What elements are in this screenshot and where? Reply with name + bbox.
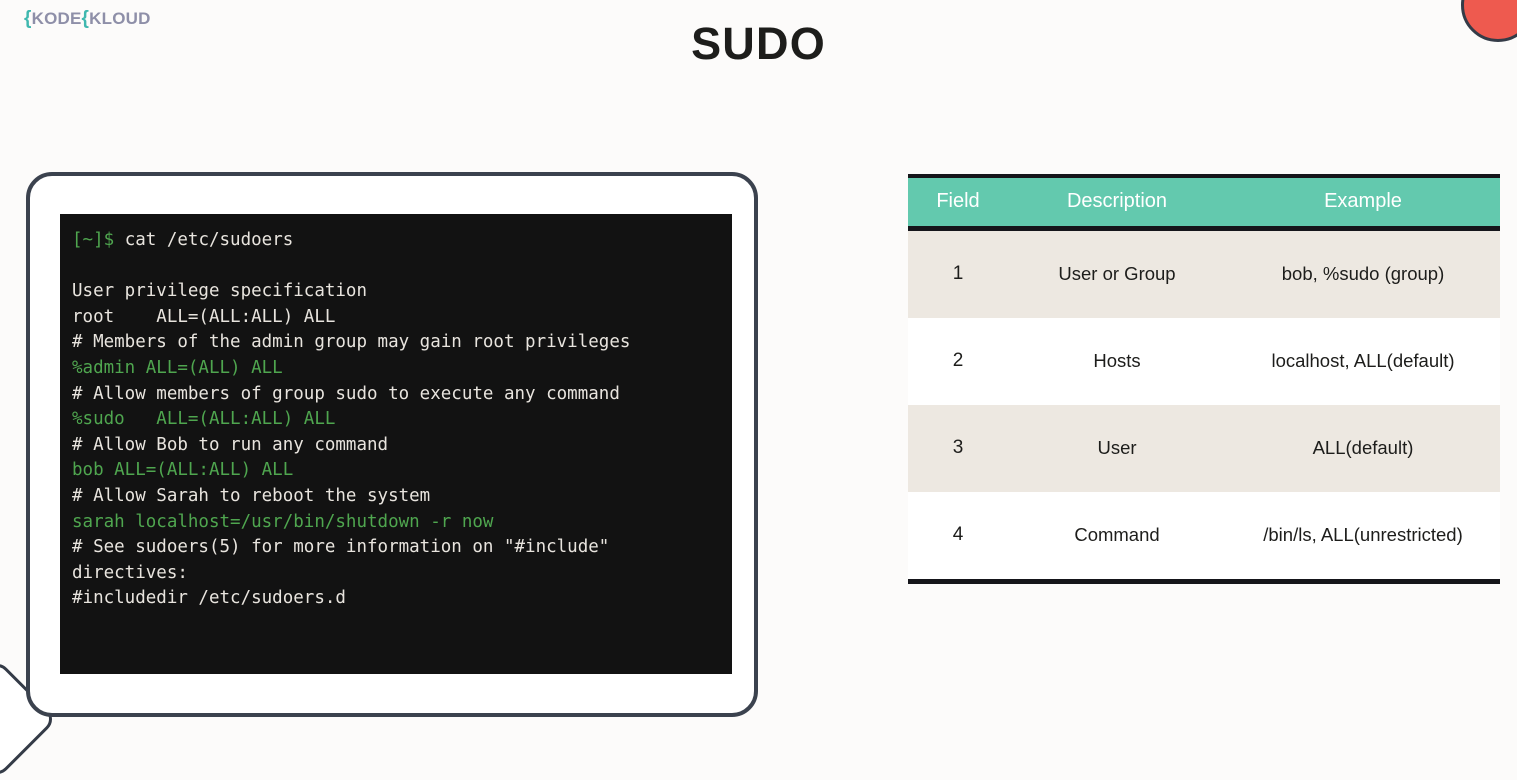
cell-field-number: 2 (908, 318, 1008, 405)
table-body: 1 User or Group bob, %sudo (group) 2 Hosts lo… (908, 228, 1500, 584)
table-row: 4 Command/bin/ls, ALL(unrestricted) (908, 492, 1500, 584)
page-title: SUDO (691, 18, 826, 69)
table-header-row: Field Description Example (908, 174, 1500, 231)
terminal-output-line: sarah localhost=/usr/bin/shutdown -r now (72, 511, 494, 532)
table-row: 1 User or Group bob, %sudo (group) (908, 228, 1500, 318)
terminal-output-line: root ALL=(ALL:ALL) ALL (72, 306, 336, 327)
cell-field-number: 1 (908, 228, 1008, 318)
terminal-output-line: # Allow members of group sudo to execute… (72, 383, 620, 404)
cell-example: localhost, ALL(default) (1226, 318, 1500, 405)
cell-description: User (1008, 405, 1226, 492)
cell-field-number: 4 (908, 492, 1008, 584)
terminal-output-line: #includedir /etc/sudoers.d (72, 588, 346, 609)
table-row: 2 Hosts localhost, ALL(default) (908, 318, 1500, 405)
sudoers-field-table: Field Description Example 1 User or Group… (908, 174, 1500, 584)
cell-example: bob, %sudo (group) (1226, 228, 1500, 318)
terminal-output-line: %admin ALL=(ALL) ALL (72, 357, 283, 378)
cell-description: Command (1008, 492, 1226, 584)
terminal-screen: [~]$ cat /etc/sudoers User privilege spec… (60, 214, 732, 674)
terminal-output-line: # See sudoers(5) for more information on… (72, 537, 620, 583)
terminal-monitor-frame: [~]$ cat /etc/sudoers User privilege spec… (26, 172, 758, 717)
table-row: 3 User ALL(default) (908, 405, 1500, 492)
column-header-field: Field (908, 174, 1008, 231)
terminal-output-line: User privilege specification (72, 281, 368, 302)
terminal-prompt: [~]$ (72, 230, 115, 250)
terminal-output-line: bob ALL=(ALL:ALL) ALL (72, 460, 294, 481)
terminal-output-line: %sudo ALL=(ALL:ALL) ALL (72, 409, 336, 430)
cell-description: User or Group (1008, 228, 1226, 318)
terminal-output-line: # Allow Bob to run any command (72, 434, 389, 455)
terminal-prompt-line: [~]$ cat /etc/sudoers (72, 228, 720, 254)
terminal-output-line: # Allow Sarah to reboot the system (72, 485, 431, 506)
cell-example: ALL(default) (1226, 405, 1500, 492)
cell-field-number: 3 (908, 405, 1008, 492)
column-header-example: Example (1226, 174, 1500, 231)
column-header-description: Description (1008, 174, 1226, 231)
terminal-command: cat /etc/sudoers (114, 230, 294, 250)
cell-example: /bin/ls, ALL(unrestricted) (1226, 492, 1500, 584)
cell-description: Hosts (1008, 318, 1226, 405)
terminal-output-line: # Members of the admin group may gain ro… (72, 332, 631, 353)
table-header: Field Description Example (908, 174, 1500, 231)
